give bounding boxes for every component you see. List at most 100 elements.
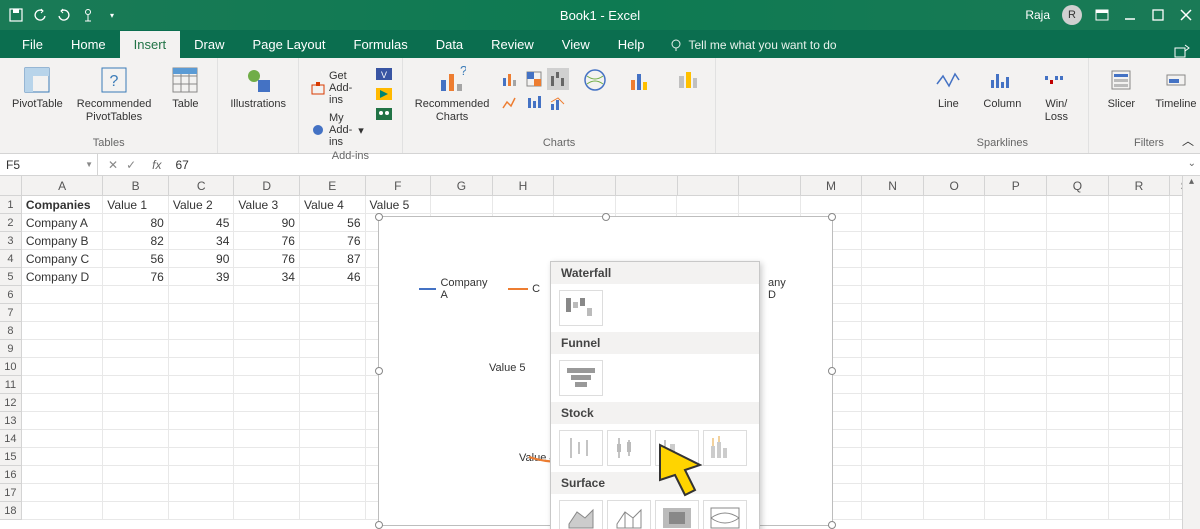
cell[interactable]	[234, 466, 300, 484]
cell[interactable]	[22, 322, 103, 340]
column-chart-icon[interactable]	[499, 68, 521, 90]
cell[interactable]	[862, 448, 924, 466]
cell[interactable]	[1047, 376, 1109, 394]
cell[interactable]: Value 4	[300, 196, 366, 214]
cell[interactable]	[924, 250, 986, 268]
cell[interactable]	[924, 412, 986, 430]
cell[interactable]	[22, 466, 103, 484]
cell[interactable]	[300, 286, 366, 304]
cell[interactable]: Value 5	[366, 196, 432, 214]
cell[interactable]	[1047, 412, 1109, 430]
cell[interactable]	[739, 196, 801, 214]
cell[interactable]	[22, 448, 103, 466]
maps-button[interactable]	[575, 62, 615, 100]
my-addins-button[interactable]: My Add-ins ▾	[307, 110, 368, 150]
cell[interactable]: Value 1	[103, 196, 169, 214]
cell[interactable]	[300, 484, 366, 502]
cell[interactable]	[862, 430, 924, 448]
cell[interactable]	[169, 502, 235, 520]
qat-dropdown-icon[interactable]: ▾	[104, 7, 120, 23]
cell[interactable]	[1047, 340, 1109, 358]
cell[interactable]	[103, 358, 169, 376]
cell[interactable]: 39	[169, 268, 235, 286]
row-header[interactable]: 12	[0, 394, 22, 412]
save-icon[interactable]	[8, 7, 24, 23]
cell[interactable]	[1109, 484, 1171, 502]
cell[interactable]	[169, 484, 235, 502]
cell[interactable]	[234, 286, 300, 304]
cell[interactable]	[1047, 286, 1109, 304]
row-header[interactable]: 18	[0, 502, 22, 520]
cell[interactable]	[234, 430, 300, 448]
cell[interactable]	[862, 412, 924, 430]
cell[interactable]	[169, 412, 235, 430]
illustrations-button[interactable]: Illustrations	[226, 62, 290, 113]
cell[interactable]	[1109, 376, 1171, 394]
cell[interactable]	[1047, 304, 1109, 322]
cell[interactable]	[169, 322, 235, 340]
cell[interactable]: 56	[300, 214, 366, 232]
tab-review[interactable]: Review	[477, 31, 548, 58]
cell[interactable]	[862, 394, 924, 412]
cell[interactable]	[1109, 232, 1171, 250]
cell[interactable]	[22, 394, 103, 412]
cell[interactable]	[985, 250, 1047, 268]
cell[interactable]	[169, 376, 235, 394]
visio-icon[interactable]: V	[374, 66, 394, 82]
cell[interactable]	[493, 196, 555, 214]
column-header[interactable]	[678, 176, 740, 195]
row-header[interactable]: 3	[0, 232, 22, 250]
cell[interactable]	[1109, 250, 1171, 268]
cell[interactable]: 45	[169, 214, 235, 232]
tab-insert[interactable]: Insert	[120, 31, 181, 58]
cell[interactable]	[924, 268, 986, 286]
statistic-chart-icon[interactable]	[523, 92, 545, 114]
column-header[interactable]: E	[300, 176, 366, 195]
cell[interactable]	[1109, 196, 1171, 214]
cell[interactable]	[924, 430, 986, 448]
cell[interactable]	[300, 430, 366, 448]
cell[interactable]	[985, 466, 1047, 484]
column-header[interactable]: O	[924, 176, 986, 195]
waterfall-chart-icon[interactable]	[547, 68, 569, 90]
cell[interactable]	[985, 286, 1047, 304]
cell[interactable]	[924, 502, 986, 520]
cell[interactable]: 76	[234, 232, 300, 250]
cell[interactable]	[985, 430, 1047, 448]
cell[interactable]	[1047, 232, 1109, 250]
cell[interactable]: Value 2	[169, 196, 235, 214]
cell[interactable]	[300, 412, 366, 430]
table-button[interactable]: Table	[161, 62, 209, 113]
cell[interactable]: 56	[103, 250, 169, 268]
cell[interactable]	[22, 484, 103, 502]
cell[interactable]	[862, 322, 924, 340]
sparkline-line-button[interactable]: Line	[924, 62, 972, 113]
cell[interactable]	[169, 286, 235, 304]
ribbon-display-icon[interactable]	[1094, 7, 1110, 23]
get-addins-button[interactable]: Get Add-ins	[307, 68, 368, 108]
stock-option-1[interactable]	[559, 430, 603, 466]
recommended-pivottables-button[interactable]: ? Recommended PivotTables	[73, 62, 156, 126]
cell[interactable]	[862, 214, 924, 232]
column-header[interactable]: M	[801, 176, 863, 195]
cell[interactable]: 90	[234, 214, 300, 232]
pivotchart-button[interactable]	[621, 62, 661, 100]
cell[interactable]	[1047, 250, 1109, 268]
cell[interactable]	[924, 394, 986, 412]
cell[interactable]	[862, 286, 924, 304]
tab-view[interactable]: View	[548, 31, 604, 58]
cell[interactable]	[985, 232, 1047, 250]
cell[interactable]: 76	[300, 232, 366, 250]
column-header[interactable]	[739, 176, 801, 195]
surface-option-4[interactable]	[703, 500, 747, 529]
cell[interactable]	[862, 466, 924, 484]
cell[interactable]	[300, 376, 366, 394]
column-header[interactable]: P	[985, 176, 1047, 195]
cell[interactable]	[1109, 430, 1171, 448]
cell[interactable]	[1047, 268, 1109, 286]
cell[interactable]	[103, 322, 169, 340]
recommended-charts-button[interactable]: ? Recommended Charts	[411, 62, 494, 126]
cell[interactable]	[862, 376, 924, 394]
cell[interactable]: 34	[169, 232, 235, 250]
surface-option-3[interactable]	[655, 500, 699, 529]
